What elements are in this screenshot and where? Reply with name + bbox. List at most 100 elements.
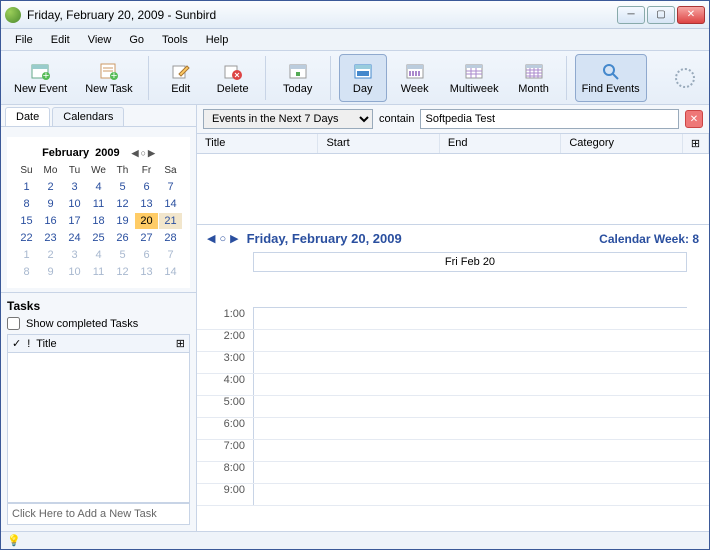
- mini-cal-day[interactable]: 6: [135, 247, 158, 263]
- hour-row[interactable]: 8:00: [197, 462, 709, 484]
- menu-help[interactable]: Help: [198, 32, 237, 48]
- prev-day-icon[interactable]: ◀: [207, 232, 215, 245]
- mini-cal-day[interactable]: 18: [87, 213, 110, 229]
- mini-cal-day[interactable]: 8: [15, 196, 38, 212]
- hour-row[interactable]: 1:00: [197, 308, 709, 330]
- clear-search-button[interactable]: ✕: [685, 110, 703, 128]
- col-title[interactable]: Title: [197, 134, 318, 153]
- minimize-button[interactable]: ─: [617, 6, 645, 24]
- mini-cal-day[interactable]: 13: [135, 264, 158, 280]
- titlebar[interactable]: Friday, February 20, 2009 - Sunbird ─ ▢ …: [1, 1, 709, 29]
- tab-calendars[interactable]: Calendars: [52, 107, 124, 126]
- hour-cell[interactable]: [253, 440, 709, 461]
- col-picker-icon[interactable]: ⊞: [683, 134, 709, 153]
- mini-cal-day[interactable]: 3: [63, 247, 86, 263]
- multiweek-view-button[interactable]: Multiweek: [443, 54, 506, 102]
- close-button[interactable]: ✕: [677, 6, 705, 24]
- hour-cell[interactable]: [253, 462, 709, 483]
- results-list[interactable]: [197, 154, 709, 224]
- hour-row[interactable]: 2:00: [197, 330, 709, 352]
- col-start[interactable]: Start: [318, 134, 439, 153]
- month-view-button[interactable]: Month: [510, 54, 558, 102]
- next-month-icon[interactable]: ▶: [148, 148, 155, 159]
- search-query-input[interactable]: [420, 109, 679, 129]
- hour-row[interactable]: 6:00: [197, 418, 709, 440]
- mini-cal-day[interactable]: 27: [135, 230, 158, 246]
- hour-cell[interactable]: [253, 374, 709, 395]
- hour-row[interactable]: 5:00: [197, 396, 709, 418]
- mini-cal-day[interactable]: 22: [15, 230, 38, 246]
- mini-cal-day[interactable]: 9: [39, 196, 62, 212]
- mini-cal-day[interactable]: 21: [159, 213, 182, 229]
- hour-row[interactable]: 3:00: [197, 352, 709, 374]
- mini-cal-day[interactable]: 25: [87, 230, 110, 246]
- mini-cal-day[interactable]: 1: [15, 247, 38, 263]
- mini-cal-day[interactable]: 5: [111, 247, 134, 263]
- mini-cal-day[interactable]: 12: [111, 196, 134, 212]
- mini-cal-day[interactable]: 7: [159, 247, 182, 263]
- new-event-button[interactable]: + New Event: [7, 54, 74, 102]
- mini-cal-day[interactable]: 10: [63, 264, 86, 280]
- hour-cell[interactable]: [253, 308, 709, 329]
- tab-date[interactable]: Date: [5, 107, 50, 126]
- mini-cal-day[interactable]: 17: [63, 213, 86, 229]
- tasks-col-title[interactable]: Title: [36, 338, 170, 350]
- mini-cal-day[interactable]: 6: [135, 179, 158, 195]
- hour-cell[interactable]: [253, 396, 709, 417]
- mini-cal-day[interactable]: 15: [15, 213, 38, 229]
- show-completed-checkbox[interactable]: [7, 317, 20, 330]
- next-day-icon[interactable]: ▶: [230, 232, 238, 245]
- mini-cal-day[interactable]: 26: [111, 230, 134, 246]
- menu-view[interactable]: View: [80, 32, 120, 48]
- mini-cal-day[interactable]: 11: [87, 196, 110, 212]
- prev-month-icon[interactable]: ◀: [132, 148, 139, 159]
- tasks-list[interactable]: [7, 353, 190, 503]
- delete-button[interactable]: Delete: [209, 54, 257, 102]
- col-end[interactable]: End: [440, 134, 561, 153]
- mini-cal-day[interactable]: 10: [63, 196, 86, 212]
- tasks-col-check[interactable]: ✓: [12, 337, 21, 350]
- mini-cal-day[interactable]: 23: [39, 230, 62, 246]
- menu-edit[interactable]: Edit: [43, 32, 78, 48]
- mini-cal-day[interactable]: 1: [15, 179, 38, 195]
- today-dot-icon[interactable]: ○: [141, 148, 146, 159]
- tasks-col-priority[interactable]: !: [27, 338, 30, 350]
- menu-tools[interactable]: Tools: [154, 32, 196, 48]
- mini-cal-day[interactable]: 5: [111, 179, 134, 195]
- new-task-button[interactable]: + New Task: [78, 54, 139, 102]
- mini-cal-day[interactable]: 2: [39, 179, 62, 195]
- mini-cal-day[interactable]: 12: [111, 264, 134, 280]
- mini-cal-day[interactable]: 13: [135, 196, 158, 212]
- today-button[interactable]: Today: [274, 54, 322, 102]
- add-task-input[interactable]: Click Here to Add a New Task: [7, 503, 190, 525]
- mini-cal-day[interactable]: 19: [111, 213, 134, 229]
- mini-cal-day[interactable]: 4: [87, 247, 110, 263]
- hours-grid[interactable]: 1:002:003:004:005:006:007:008:009:00: [197, 308, 709, 531]
- mini-cal-day[interactable]: 28: [159, 230, 182, 246]
- mini-cal-day[interactable]: 9: [39, 264, 62, 280]
- today-circle-icon[interactable]: ○: [219, 233, 226, 245]
- hour-cell[interactable]: [253, 484, 709, 505]
- hour-row[interactable]: 4:00: [197, 374, 709, 396]
- week-view-button[interactable]: Week: [391, 54, 439, 102]
- mini-cal-day[interactable]: 14: [159, 196, 182, 212]
- hour-cell[interactable]: [253, 418, 709, 439]
- mini-cal-day[interactable]: 4: [87, 179, 110, 195]
- hour-cell[interactable]: [253, 330, 709, 351]
- mini-cal-day[interactable]: 3: [63, 179, 86, 195]
- mini-cal-day[interactable]: 20: [135, 213, 158, 229]
- mini-cal-day[interactable]: 11: [87, 264, 110, 280]
- edit-button[interactable]: Edit: [157, 54, 205, 102]
- tasks-col-picker-icon[interactable]: ⊞: [176, 337, 185, 350]
- menu-go[interactable]: Go: [121, 32, 152, 48]
- menu-file[interactable]: File: [7, 32, 41, 48]
- find-events-button[interactable]: Find Events: [575, 54, 647, 102]
- mini-cal-day[interactable]: 14: [159, 264, 182, 280]
- mini-cal-day[interactable]: 8: [15, 264, 38, 280]
- all-day-row[interactable]: [253, 272, 687, 308]
- day-view-button[interactable]: Day: [339, 54, 387, 102]
- mini-cal-day[interactable]: 2: [39, 247, 62, 263]
- mini-cal-day[interactable]: 16: [39, 213, 62, 229]
- search-range-select[interactable]: Events in the Next 7 Days: [203, 109, 373, 129]
- hour-row[interactable]: 9:00: [197, 484, 709, 506]
